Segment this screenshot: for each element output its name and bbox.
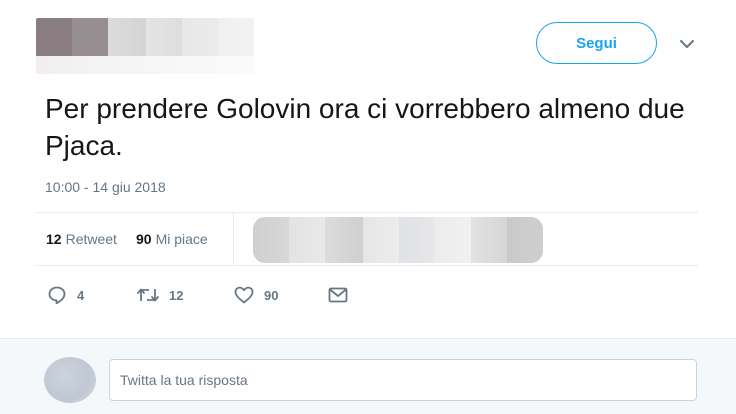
tweet-timestamp[interactable]: 10:00 - 14 giu 2018 bbox=[45, 179, 166, 195]
reply-input[interactable] bbox=[109, 359, 697, 401]
retweet-stat[interactable]: 12 Retweet bbox=[46, 231, 117, 247]
retweet-stat-count: 12 bbox=[46, 231, 62, 247]
like-count: 90 bbox=[264, 287, 279, 303]
chevron-down-icon[interactable] bbox=[679, 36, 695, 52]
retweet-icon bbox=[137, 288, 159, 302]
heart-icon bbox=[234, 286, 254, 304]
avatar bbox=[44, 357, 96, 403]
retweet-count: 12 bbox=[169, 287, 184, 303]
blurred-user-info bbox=[36, 18, 254, 74]
tweet-actions: 4 12 90 bbox=[47, 284, 367, 308]
tweet-text: Per prendere Golovin ora ci vorrebbero a… bbox=[45, 93, 685, 161]
likes-stat-count: 90 bbox=[136, 231, 152, 247]
reply-composer bbox=[0, 338, 736, 414]
stats-divider bbox=[233, 213, 234, 266]
tweet-header: Segui bbox=[0, 0, 736, 80]
envelope-icon bbox=[328, 287, 348, 303]
reply-button[interactable]: 4 bbox=[47, 284, 84, 306]
like-button[interactable]: 90 bbox=[234, 284, 278, 306]
tweet-stats: 12 Retweet 90 Mi piace bbox=[35, 212, 698, 266]
blurred-liker-avatars bbox=[253, 217, 543, 263]
likes-stat-label: Mi piace bbox=[155, 231, 208, 247]
retweet-stat-label: Retweet bbox=[65, 231, 117, 247]
retweet-button[interactable]: 12 bbox=[137, 284, 183, 306]
likes-stat[interactable]: 90 Mi piace bbox=[136, 231, 208, 247]
direct-message-button[interactable] bbox=[328, 284, 348, 306]
follow-button[interactable]: Segui bbox=[536, 22, 657, 64]
reply-icon bbox=[48, 286, 66, 305]
reply-count: 4 bbox=[77, 287, 85, 303]
